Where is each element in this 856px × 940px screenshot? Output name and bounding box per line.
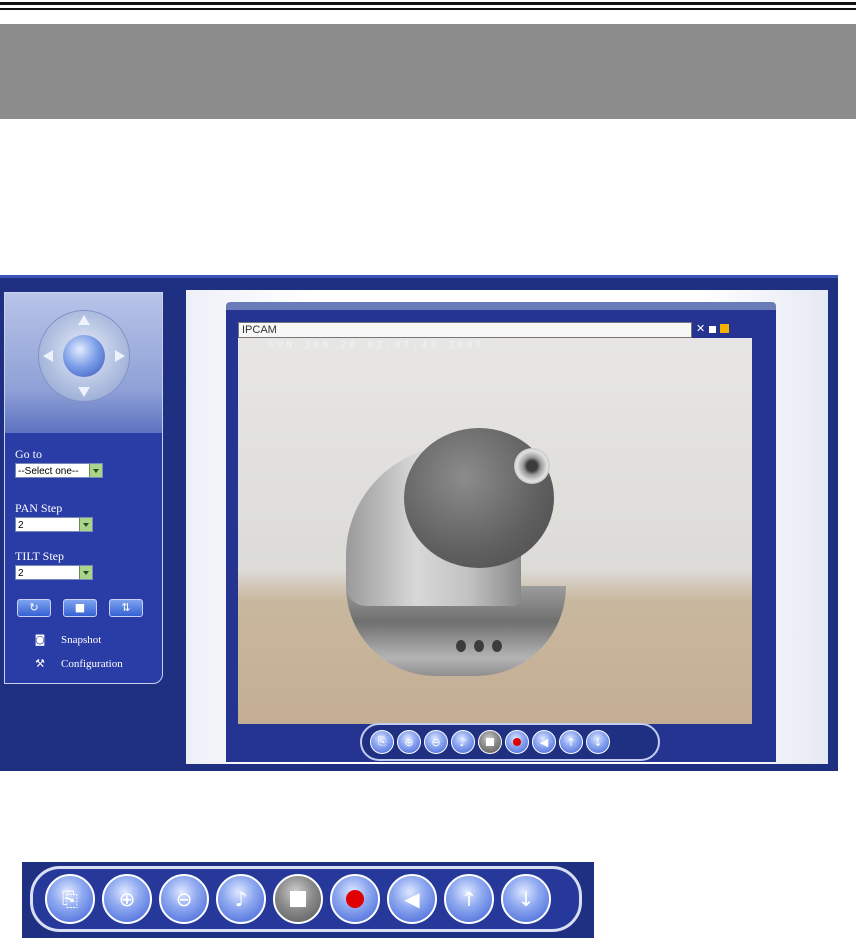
configuration-link[interactable]: ⚒ Configuration <box>31 657 123 670</box>
zoom-out-icon[interactable]: ⊖ <box>159 874 209 924</box>
stop-icon[interactable] <box>478 730 502 754</box>
ptz-right-arrow-icon[interactable] <box>115 350 125 362</box>
control-panel: Go to --Select one-- PAN Step 2 TILT Ste… <box>4 292 163 684</box>
goto-label: Go to <box>15 447 42 461</box>
video-box: IPCAM ✕ SUN JAN 28 02:47:42 2007 <box>226 310 776 762</box>
title-icons: ✕ <box>696 322 730 335</box>
zoom-out-icon[interactable]: ⊖ <box>424 730 448 754</box>
configuration-label: Configuration <box>61 657 123 670</box>
zoom-in-icon[interactable]: ⊕ <box>397 730 421 754</box>
ptz-joystick[interactable] <box>39 311 129 401</box>
header-band <box>0 24 856 119</box>
volume-down-icon[interactable]: ↓ <box>586 730 610 754</box>
enlarged-video-toolbar: ⎘ ⊕ ⊖ ♪ ◀ ↑ ↓ <box>30 866 582 932</box>
lock-icon[interactable] <box>720 324 730 333</box>
top-rule <box>0 2 856 5</box>
snapshot-link[interactable]: ◙ Snapshot <box>31 633 102 646</box>
microphone-icon[interactable]: ♪ <box>216 874 266 924</box>
snapshot-label: Snapshot <box>61 633 102 646</box>
video-toolbar: ⎘ ⊕ ⊖ ♪ ◀ ↑ ↓ <box>360 723 660 761</box>
speaker-icon[interactable]: ◀ <box>387 874 437 924</box>
goto-select[interactable]: --Select one-- <box>15 463 103 478</box>
tools-icon[interactable]: ✕ <box>696 322 705 335</box>
camera-icon: ◙ <box>34 633 46 646</box>
tilt-step-value: 2 <box>18 568 24 579</box>
camera-image-buttons <box>456 640 502 652</box>
pan-step-label: PAN Step <box>15 501 63 515</box>
ptz-left-arrow-icon[interactable] <box>43 350 53 362</box>
video-timestamp: SUN JAN 28 02:47:42 2007 <box>268 340 485 351</box>
chevron-down-icon[interactable] <box>89 464 102 477</box>
zoom-in-icon[interactable]: ⊕ <box>102 874 152 924</box>
ptz-down-arrow-icon[interactable] <box>78 387 90 397</box>
tilt-step-label: TILT Step <box>15 549 65 563</box>
ptz-home-button[interactable] <box>63 335 105 377</box>
goto-select-value: --Select one-- <box>18 466 79 477</box>
ptz-area <box>5 293 162 433</box>
chevron-down-icon[interactable] <box>79 566 92 579</box>
camera-title-bar: IPCAM <box>238 322 692 338</box>
patrol-buttons: ↻ ■ ⇅ <box>17 599 147 617</box>
video-stream: SUN JAN 28 02:47:42 2007 <box>238 338 752 724</box>
camera-image-lens <box>514 448 550 484</box>
pan-step-select[interactable]: 2 <box>15 517 93 532</box>
volume-up-icon[interactable]: ↑ <box>444 874 494 924</box>
pan-step-value: 2 <box>18 520 24 531</box>
tools-icon: ⚒ <box>35 657 45 670</box>
ipcam-viewer: Go to --Select one-- PAN Step 2 TILT Ste… <box>0 275 838 771</box>
horizontal-patrol-button[interactable]: ↻ <box>17 599 51 617</box>
record-icon[interactable] <box>505 730 529 754</box>
stop-icon[interactable] <box>273 874 323 924</box>
stop-patrol-button[interactable]: ■ <box>63 599 97 617</box>
volume-down-icon[interactable]: ↓ <box>501 874 551 924</box>
video-panel: IPCAM ✕ SUN JAN 28 02:47:42 2007 ⎘ ⊕ ⊖ ♪ <box>186 290 828 764</box>
speaker-icon[interactable]: ◀ <box>532 730 556 754</box>
window-icon[interactable] <box>709 326 717 333</box>
tilt-step-select[interactable]: 2 <box>15 565 93 580</box>
ptz-up-arrow-icon[interactable] <box>78 315 90 325</box>
volume-up-icon[interactable]: ↑ <box>559 730 583 754</box>
snapshot-document-icon[interactable]: ⎘ <box>45 874 95 924</box>
chevron-down-icon[interactable] <box>79 518 92 531</box>
record-icon[interactable] <box>330 874 380 924</box>
microphone-icon[interactable]: ♪ <box>451 730 475 754</box>
vertical-patrol-button[interactable]: ⇅ <box>109 599 143 617</box>
snapshot-document-icon[interactable]: ⎘ <box>370 730 394 754</box>
top-rule-secondary <box>0 8 856 10</box>
